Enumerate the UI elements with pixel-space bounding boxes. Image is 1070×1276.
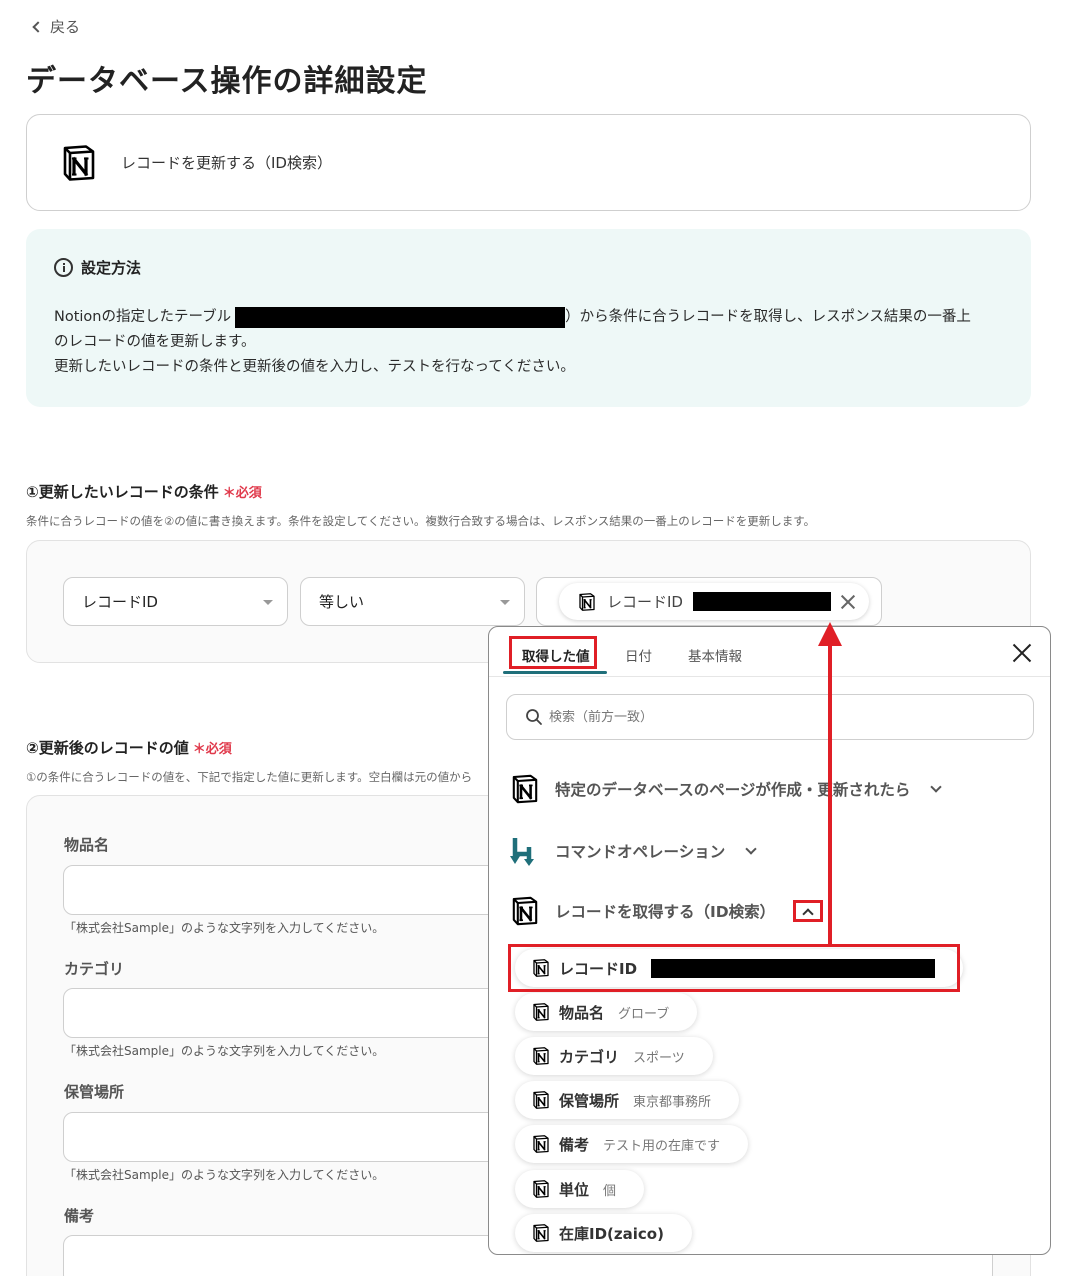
group-command-operation[interactable]: コマンドオペレーション	[509, 835, 757, 867]
info-line3: 更新したいレコードの条件と更新後の値を入力し、テストを行なってください。	[54, 359, 575, 375]
variable-item-name[interactable]: 物品名 グローブ	[515, 993, 698, 1031]
variable-label: 在庫ID(zaico)	[559, 1224, 664, 1243]
highlight-record-id-box	[508, 944, 960, 992]
search-input[interactable]	[549, 709, 989, 725]
chevron-up-icon	[802, 907, 814, 920]
variable-inventory-id[interactable]: 在庫ID(zaico)	[515, 1214, 692, 1252]
field-select-value: レコードID	[82, 593, 158, 611]
variable-value: テスト用の在庫です	[603, 1138, 721, 1154]
notion-icon	[531, 1134, 551, 1154]
back-link[interactable]: 戻る	[32, 16, 81, 37]
group-get-record[interactable]: レコードを取得する（ID検索）	[509, 895, 824, 927]
variable-label: 備考	[559, 1135, 590, 1154]
update-title-text: ②更新後のレコードの値	[26, 739, 189, 757]
update-section-description: ①の条件に合うレコードの値を、下記で指定した値に更新します。空白欄は元の値から	[26, 770, 473, 784]
field-help: 「株式会社Sample」のような文字列を入力してください。	[64, 921, 385, 935]
chevron-left-icon	[32, 21, 44, 33]
group-label: 特定のデータベースのページが作成・更新されたら	[555, 781, 911, 799]
variable-value: スポーツ	[633, 1050, 685, 1066]
tab-basic-info[interactable]: 基本情報	[688, 645, 742, 665]
value-chip[interactable]: レコードID	[559, 583, 869, 620]
action-label: レコードを更新する（ID検索）	[121, 154, 332, 172]
caret-down-icon	[500, 600, 510, 605]
collapse-toggle[interactable]	[793, 900, 824, 922]
group-label: レコードを取得する（ID検索）	[555, 903, 776, 921]
variable-storage-location[interactable]: 保管場所 東京都事務所	[515, 1081, 740, 1119]
info-header: 設定方法	[54, 257, 141, 278]
remove-chip-icon[interactable]	[841, 595, 855, 609]
annotation-arrow-line	[828, 642, 832, 945]
info-line1-suffix: ）から条件に合うレコードを取得し、レスポンス結果の一番上	[565, 309, 971, 325]
operator-select-value: 等しい	[319, 593, 365, 611]
annotation-arrow-head	[818, 622, 842, 646]
info-text: Notionの指定したテーブル ）から条件に合うレコードを取得し、レスポンス結果の…	[54, 305, 1004, 380]
required-badge: ＊必須	[222, 486, 262, 501]
back-label: 戻る	[50, 18, 81, 36]
field-label-category: カテゴリ	[64, 960, 125, 978]
variable-value: グローブ	[618, 1006, 670, 1022]
notion-icon	[531, 1090, 551, 1110]
active-tab-indicator	[503, 671, 607, 674]
variable-notes[interactable]: 備考 テスト用の在庫です	[515, 1125, 749, 1163]
close-icon[interactable]	[1012, 643, 1032, 663]
redacted-block	[692, 592, 831, 611]
notion-icon	[509, 895, 541, 927]
variable-picker-popup: 取得した値 日付 基本情報 特定のデータベースのページが作成・更新されたら コマ…	[488, 626, 1051, 1255]
variable-category[interactable]: カテゴリ スポーツ	[515, 1037, 713, 1075]
chevron-down-icon	[930, 781, 943, 793]
value-chip-label: レコードID	[607, 593, 683, 611]
notion-icon	[59, 143, 99, 183]
variable-label: カテゴリ	[559, 1047, 620, 1066]
popup-search[interactable]	[506, 694, 1034, 740]
variable-label: 物品名	[559, 1003, 605, 1022]
operator-select[interactable]: 等しい	[300, 577, 525, 626]
condition-section-description: 条件に合うレコードの値を②の値に書き換えます。条件を設定してください。複数行合致…	[26, 514, 816, 528]
info-box: 設定方法 Notionの指定したテーブル ）から条件に合うレコードを取得し、レスポ…	[26, 229, 1031, 407]
variable-value: 個	[603, 1183, 617, 1199]
condition-value-field[interactable]: レコードID	[536, 577, 882, 626]
variable-unit[interactable]: 単位 個	[515, 1170, 645, 1208]
action-card[interactable]: レコードを更新する（ID検索）	[26, 114, 1031, 211]
notion-icon	[509, 773, 541, 805]
notion-icon	[531, 1002, 551, 1022]
highlight-tab-box	[509, 636, 597, 669]
notion-icon	[531, 1046, 551, 1066]
variable-label: 保管場所	[559, 1091, 620, 1110]
group-label: コマンドオペレーション	[555, 843, 726, 861]
notion-icon	[531, 1223, 551, 1243]
info-line2: のレコードの値を更新します。	[54, 334, 256, 350]
caret-down-icon	[263, 600, 273, 605]
page-title: データベース操作の詳細設定	[26, 64, 428, 99]
notion-icon	[577, 592, 597, 612]
redacted-block	[235, 306, 566, 328]
group-database-trigger[interactable]: 特定のデータベースのページが作成・更新されたら	[509, 773, 943, 805]
info-line1-prefix: Notionの指定したテーブル	[54, 309, 232, 325]
info-title: 設定方法	[81, 259, 142, 277]
variable-value: 東京都事務所	[633, 1094, 712, 1110]
variable-label: 単位	[559, 1180, 590, 1199]
notion-icon	[531, 1179, 551, 1199]
field-help: 「株式会社Sample」のような文字列を入力してください。	[64, 1044, 385, 1058]
field-label-item-name: 物品名	[64, 836, 110, 854]
condition-section-title: ①更新したいレコードの条件 ＊必須	[26, 481, 262, 502]
field-help: 「株式会社Sample」のような文字列を入力してください。	[64, 1168, 385, 1182]
chevron-down-icon	[745, 843, 757, 855]
info-icon	[54, 258, 73, 277]
yoom-command-icon	[510, 838, 534, 866]
field-label-storage-location: 保管場所	[64, 1083, 125, 1101]
condition-title-text: ①更新したいレコードの条件	[26, 483, 219, 501]
field-label-notes: 備考	[64, 1207, 95, 1225]
tab-date[interactable]: 日付	[625, 645, 652, 665]
required-badge: ＊必須	[192, 742, 232, 757]
search-icon	[526, 709, 542, 725]
field-select[interactable]: レコードID	[63, 577, 288, 626]
update-section-title: ②更新後のレコードの値 ＊必須	[26, 737, 232, 758]
